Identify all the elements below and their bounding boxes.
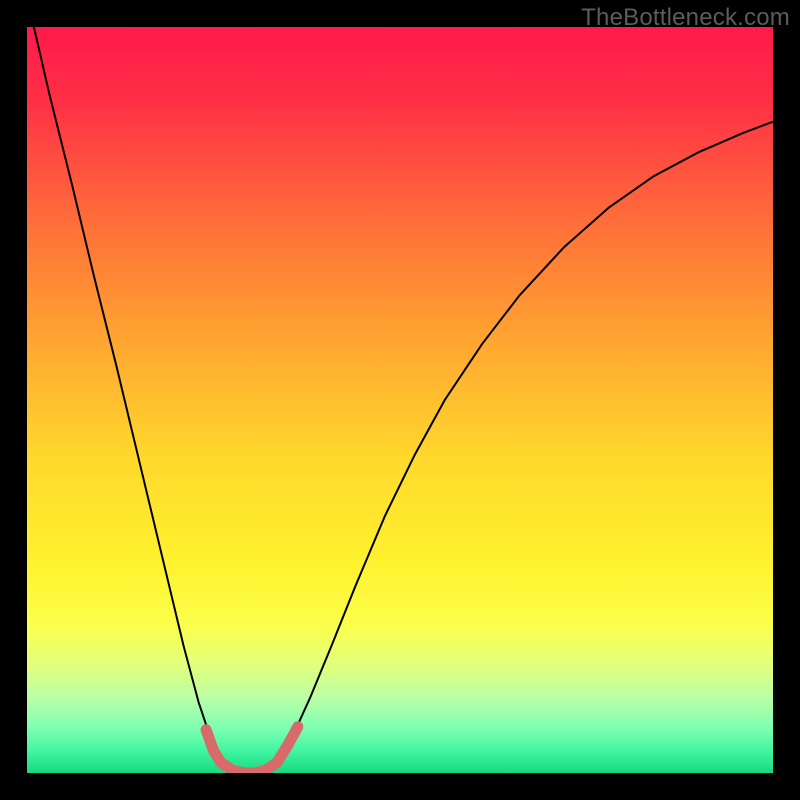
gradient-background bbox=[27, 27, 773, 773]
outer-frame: TheBottleneck.com bbox=[0, 0, 800, 800]
plot-area bbox=[27, 27, 773, 773]
chart-svg bbox=[27, 27, 773, 773]
watermark-text: TheBottleneck.com bbox=[581, 4, 790, 32]
